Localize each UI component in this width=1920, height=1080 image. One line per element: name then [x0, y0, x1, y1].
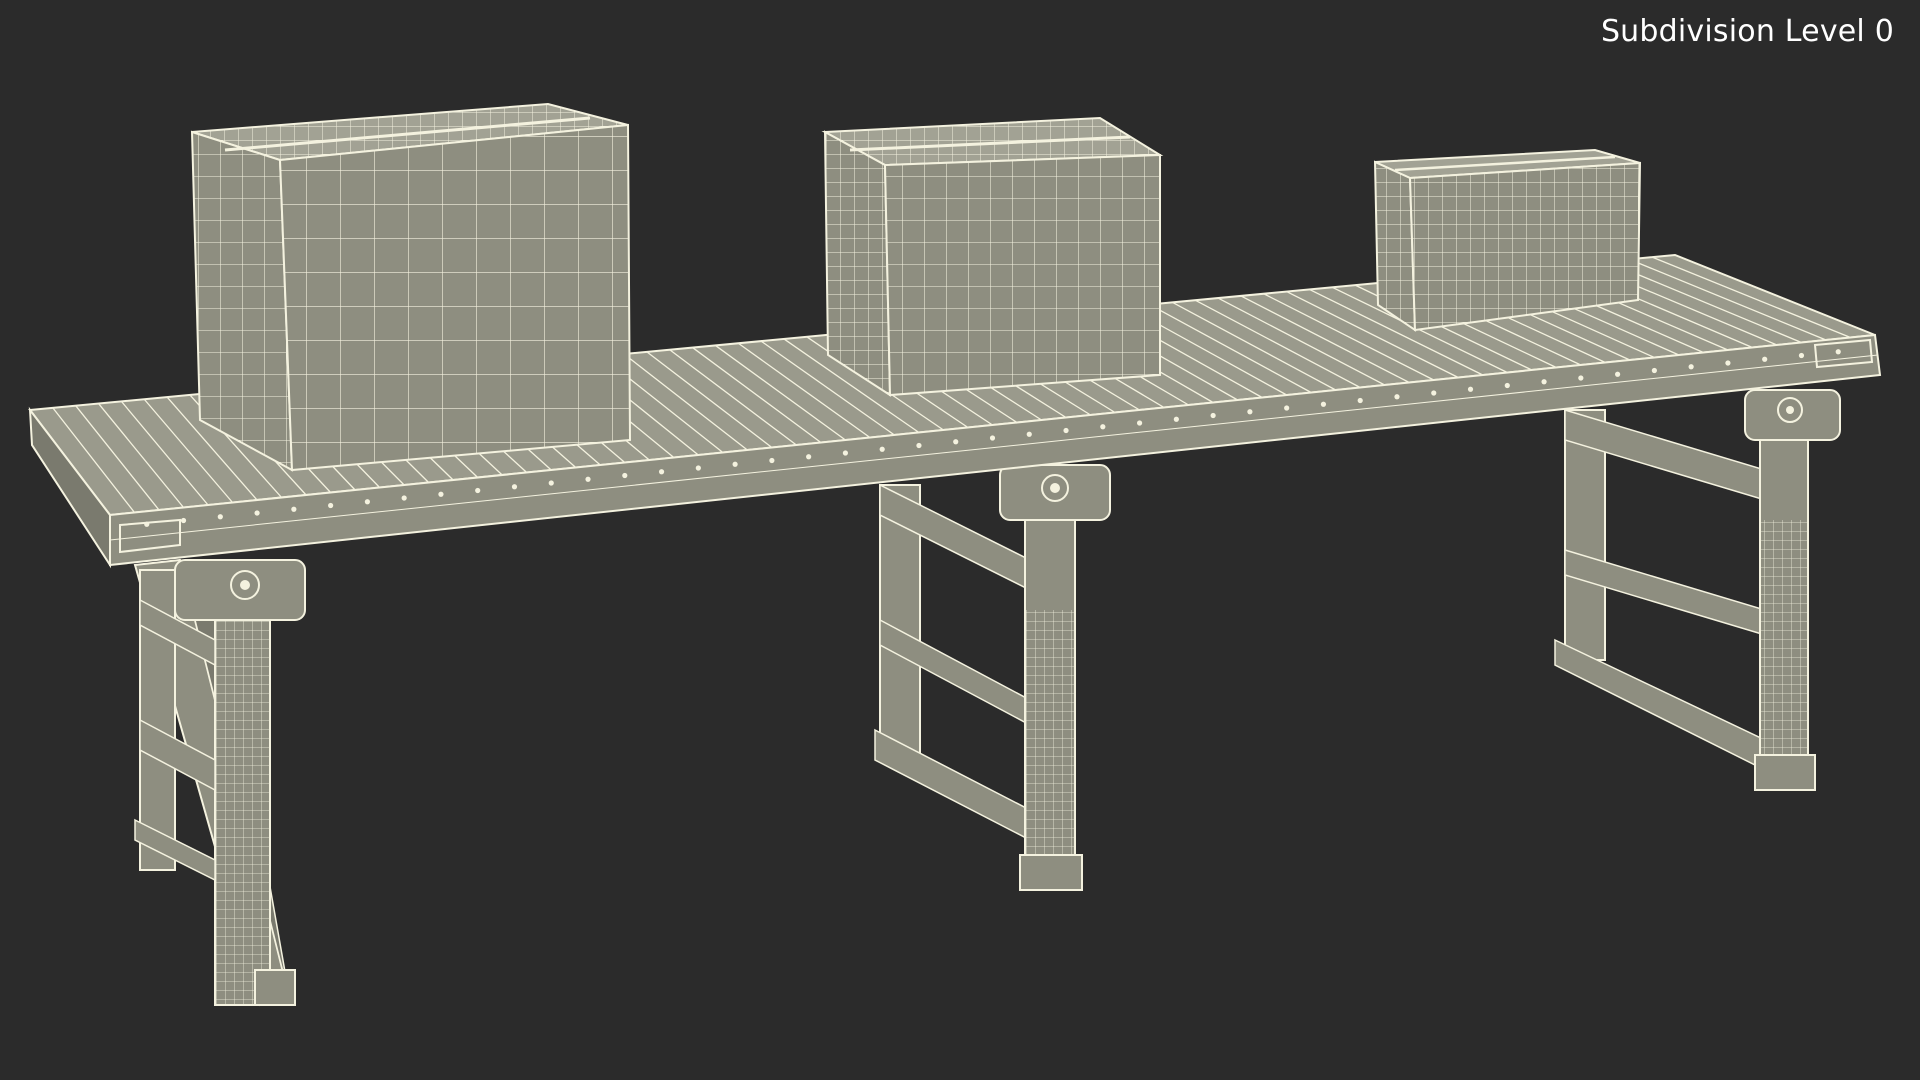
rail-hole [879, 446, 885, 452]
rail-hole [806, 454, 812, 460]
rail-hole [1173, 416, 1179, 422]
rail-hole [769, 457, 775, 464]
rail-hole [1100, 424, 1106, 430]
rail-hole [1541, 379, 1547, 385]
rail-hole [1063, 427, 1069, 434]
rail-hole [622, 472, 628, 479]
rail-hole [1615, 371, 1621, 377]
rail-hole [1136, 420, 1143, 426]
rail-hole [511, 484, 518, 490]
rail-hole [1578, 375, 1584, 381]
rail-hole [1688, 364, 1694, 370]
rail-hole [364, 499, 370, 505]
rail-hole [291, 506, 297, 512]
rail-hole [548, 480, 554, 486]
rail-hole [695, 465, 701, 471]
rail-hole [1247, 409, 1253, 415]
rail-hole [953, 439, 959, 445]
rail-hole [1467, 386, 1474, 392]
rail-hole [1651, 367, 1657, 374]
rail-hole [217, 514, 223, 520]
rail-hole [732, 461, 738, 467]
rail-hole [585, 476, 591, 482]
rail-hole [1026, 431, 1032, 437]
rail-hole [1210, 412, 1216, 419]
rail-hole [1798, 352, 1805, 359]
rail-hole [1320, 401, 1327, 407]
viewport: Subdivision Level 0 [0, 0, 1920, 1080]
box-large [190, 102, 632, 472]
rail-hole [401, 495, 407, 501]
rail-hole [475, 487, 481, 494]
rail-hole [1431, 390, 1437, 396]
rail-hole [180, 517, 187, 524]
rail-hole [438, 491, 444, 497]
rail-hole [254, 510, 260, 516]
leg-right [1554, 389, 1841, 791]
rail-hole [328, 502, 334, 509]
rail-hole [1504, 382, 1510, 389]
rail-hole [916, 442, 922, 449]
rail-hole [1357, 397, 1363, 404]
rail-hole [1284, 405, 1290, 411]
leg-left [133, 558, 306, 1007]
box-medium [821, 116, 1164, 397]
rail-hole [1835, 349, 1841, 355]
rail-hole [1394, 394, 1400, 400]
leg-middle [874, 464, 1111, 891]
rail-hole [842, 450, 849, 456]
rail-hole [658, 469, 665, 475]
rail-hole [1725, 360, 1731, 366]
box-small [1373, 148, 1642, 332]
rail-hole [989, 435, 996, 441]
wireframe-scene [28, 102, 1882, 1007]
rail-hole [1762, 356, 1768, 362]
